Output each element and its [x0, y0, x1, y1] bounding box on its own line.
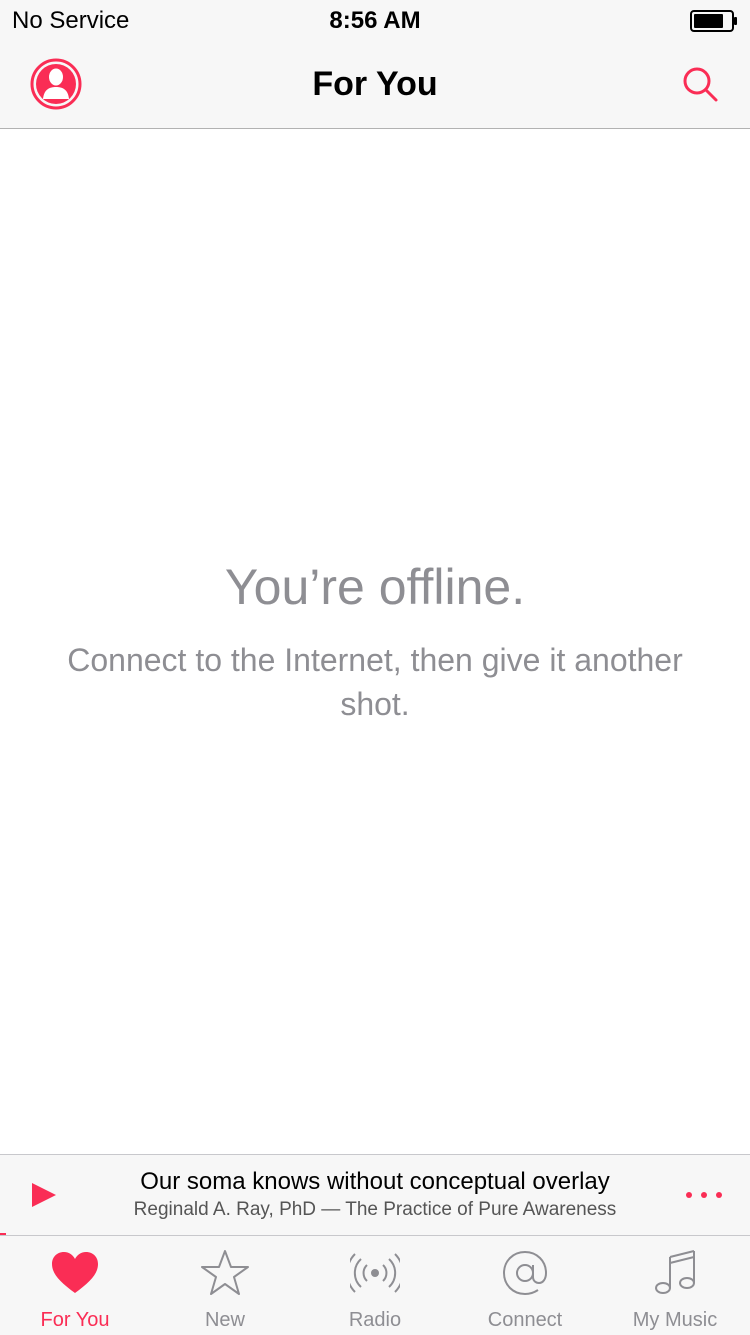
tab-for-you[interactable]: For You	[0, 1236, 150, 1335]
tab-label: For You	[40, 1309, 110, 1331]
tab-label: New	[204, 1309, 245, 1331]
more-dot	[716, 1192, 722, 1198]
tab-connect[interactable]: Connect	[450, 1236, 600, 1335]
battery-icon	[690, 10, 737, 32]
at-icon	[502, 1250, 548, 1296]
star-icon	[201, 1250, 249, 1295]
more-dot	[686, 1192, 692, 1198]
tab-label: My Music	[632, 1309, 718, 1331]
heart-icon	[52, 1252, 98, 1293]
tab-label: Connect	[487, 1309, 563, 1331]
more-dot	[701, 1192, 707, 1198]
play-icon[interactable]	[28, 1179, 58, 1211]
tab-radio[interactable]: Radio	[300, 1236, 450, 1335]
clock-label: 8:56 AM	[329, 7, 421, 34]
music-note-icon	[655, 1250, 695, 1294]
status-bar: No Service 8:56 AM	[0, 0, 750, 40]
now-playing-subtitle: Reginald A. Ray, PhD — The Practice of P…	[133, 1199, 617, 1220]
mini-player[interactable]: Our soma knows without conceptual overla…	[0, 1154, 750, 1236]
offline-message: Connect to the Internet, then give it an…	[67, 642, 683, 722]
tab-new[interactable]: New	[150, 1236, 300, 1335]
tab-label: Radio	[348, 1309, 402, 1331]
radio-icon	[350, 1253, 400, 1293]
tab-bar: For You New Radio Connect My Music	[0, 1235, 750, 1335]
offline-title: You’re offline.	[224, 559, 526, 615]
tab-my-music[interactable]: My Music	[600, 1236, 750, 1335]
now-playing-title: Our soma knows without conceptual overla…	[140, 1168, 610, 1195]
search-icon[interactable]	[680, 64, 720, 104]
page-title: For You	[312, 65, 438, 103]
more-icon[interactable]	[686, 1181, 722, 1209]
navigation-bar: For You	[0, 40, 750, 129]
